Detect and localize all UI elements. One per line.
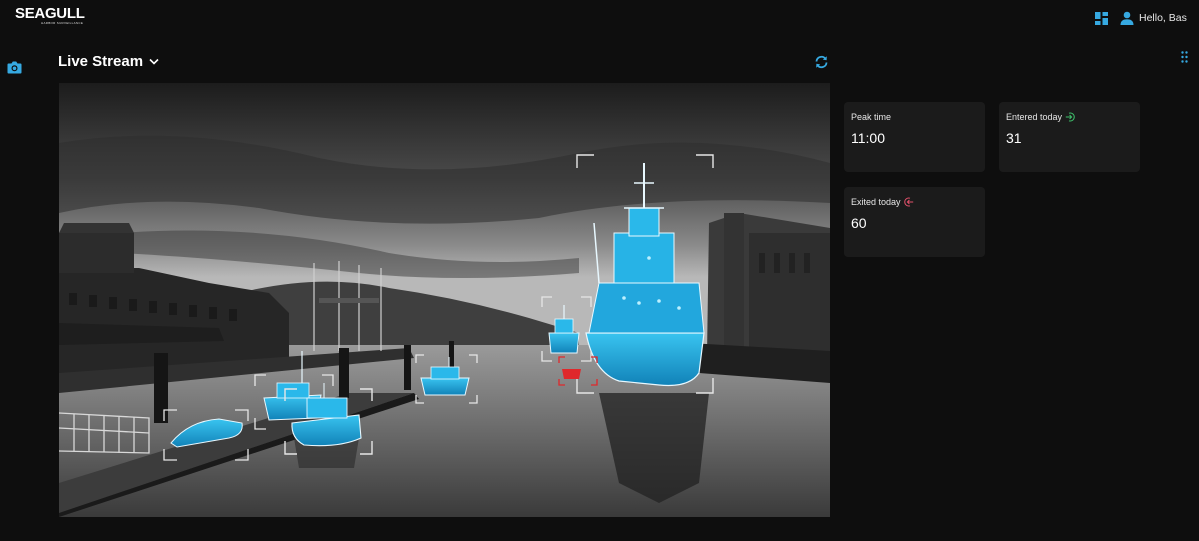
stat-label: Entered today — [1006, 112, 1075, 122]
logo[interactable]: SEAGULL HARBOR SURVEILLANCE — [15, 6, 95, 26]
stat-card-entered-today: Entered today 31 — [999, 102, 1140, 172]
camera-icon[interactable] — [7, 60, 22, 74]
top-bar: SEAGULL HARBOR SURVEILLANCE Hello, Bas — [0, 0, 1199, 40]
stream-selector[interactable]: Live Stream — [58, 53, 159, 70]
exit-icon — [903, 197, 913, 207]
user-greeting[interactable]: Hello, Bas — [1139, 12, 1187, 24]
stat-value: 11:00 — [851, 130, 885, 146]
stat-value: 31 — [1006, 130, 1022, 146]
logo-subtext: HARBOR SURVEILLANCE — [41, 21, 84, 25]
stream-title: Live Stream — [58, 53, 144, 70]
dashboard-icon[interactable] — [1095, 12, 1108, 25]
stat-label: Exited today — [851, 197, 914, 207]
chevron-down-icon — [149, 58, 159, 65]
stat-card-exited-today: Exited today 60 — [844, 187, 985, 257]
stat-card-peak-time: Peak time 11:00 — [844, 102, 985, 172]
live-video-feed[interactable] — [59, 83, 830, 517]
logo-text: SEAGULL — [15, 5, 85, 22]
refresh-icon[interactable] — [814, 55, 829, 69]
enter-icon — [1065, 112, 1075, 122]
stat-value: 60 — [851, 215, 867, 231]
drag-handle-icon[interactable] — [1181, 51, 1188, 63]
stat-label: Peak time — [851, 112, 892, 122]
user-icon[interactable] — [1120, 11, 1134, 25]
